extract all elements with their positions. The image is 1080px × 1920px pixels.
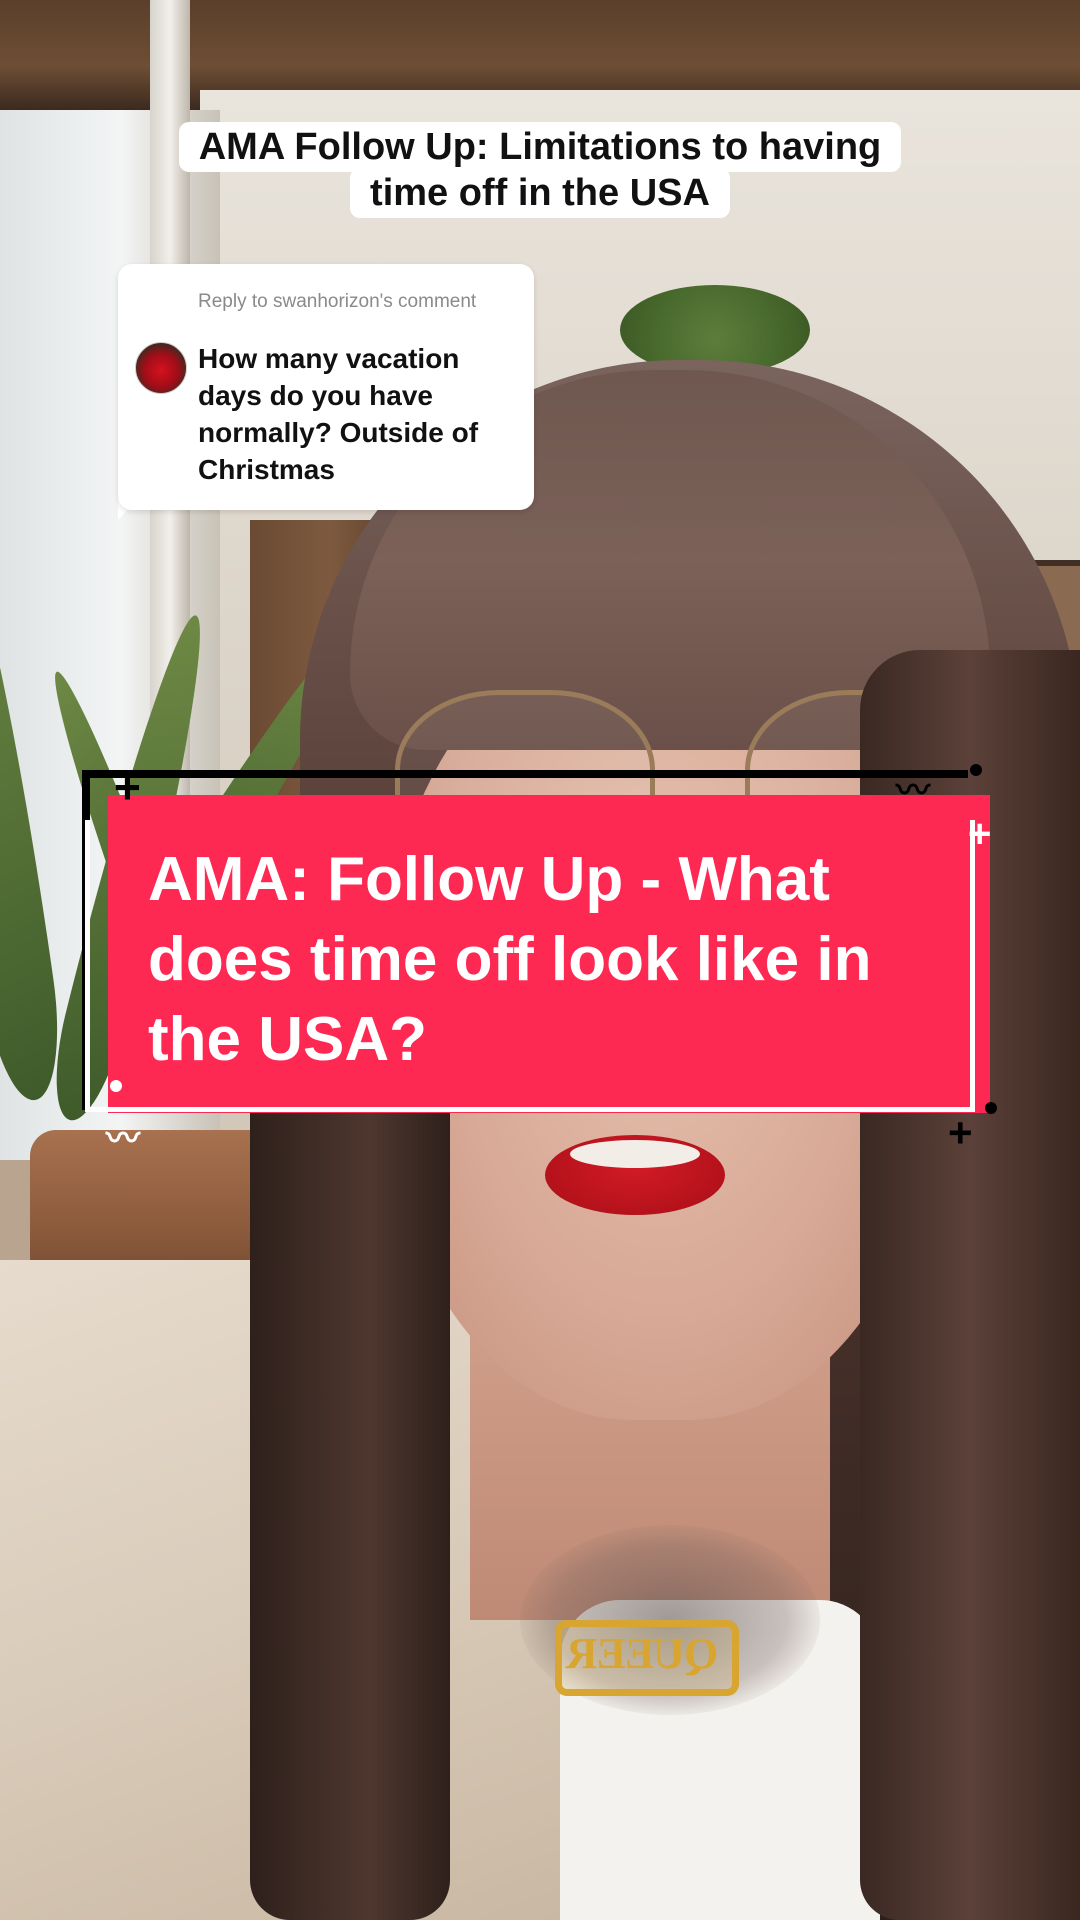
reply-comment-text: How many vacation days do you have norma… xyxy=(198,343,479,485)
plus-icon: + xyxy=(948,1109,973,1156)
necklace-text: QUEER xyxy=(566,1629,719,1678)
title-line-2: time off in the USA xyxy=(350,168,730,218)
reply-header: Reply to swanhorizon's comment xyxy=(198,291,477,312)
ama-banner: AMA: Follow Up - What does time off look… xyxy=(80,764,997,1156)
video-title-caption: AMA Follow Up: Limitations to having tim… xyxy=(0,122,1080,218)
commenter-avatar xyxy=(135,342,187,394)
plus-icon: + xyxy=(968,812,992,856)
reply-comment-sticker[interactable]: Reply to swanhorizon's comment How many … xyxy=(118,264,534,510)
dot-icon xyxy=(985,1102,997,1114)
zigzag-icon: 〰 xyxy=(106,1120,140,1158)
zigzag-icon: 〰 xyxy=(896,772,930,810)
teeth xyxy=(570,1140,700,1168)
dot-icon xyxy=(110,1080,122,1092)
dot-icon xyxy=(970,764,982,776)
plus-icon: + xyxy=(114,761,141,813)
banner-text: AMA: Follow Up - What does time off look… xyxy=(148,845,872,1074)
title-line-1: AMA Follow Up: Limitations to having xyxy=(178,122,902,172)
video-frame: QUEER AMA Follow Up: Limitations to havi… xyxy=(0,0,1080,1920)
